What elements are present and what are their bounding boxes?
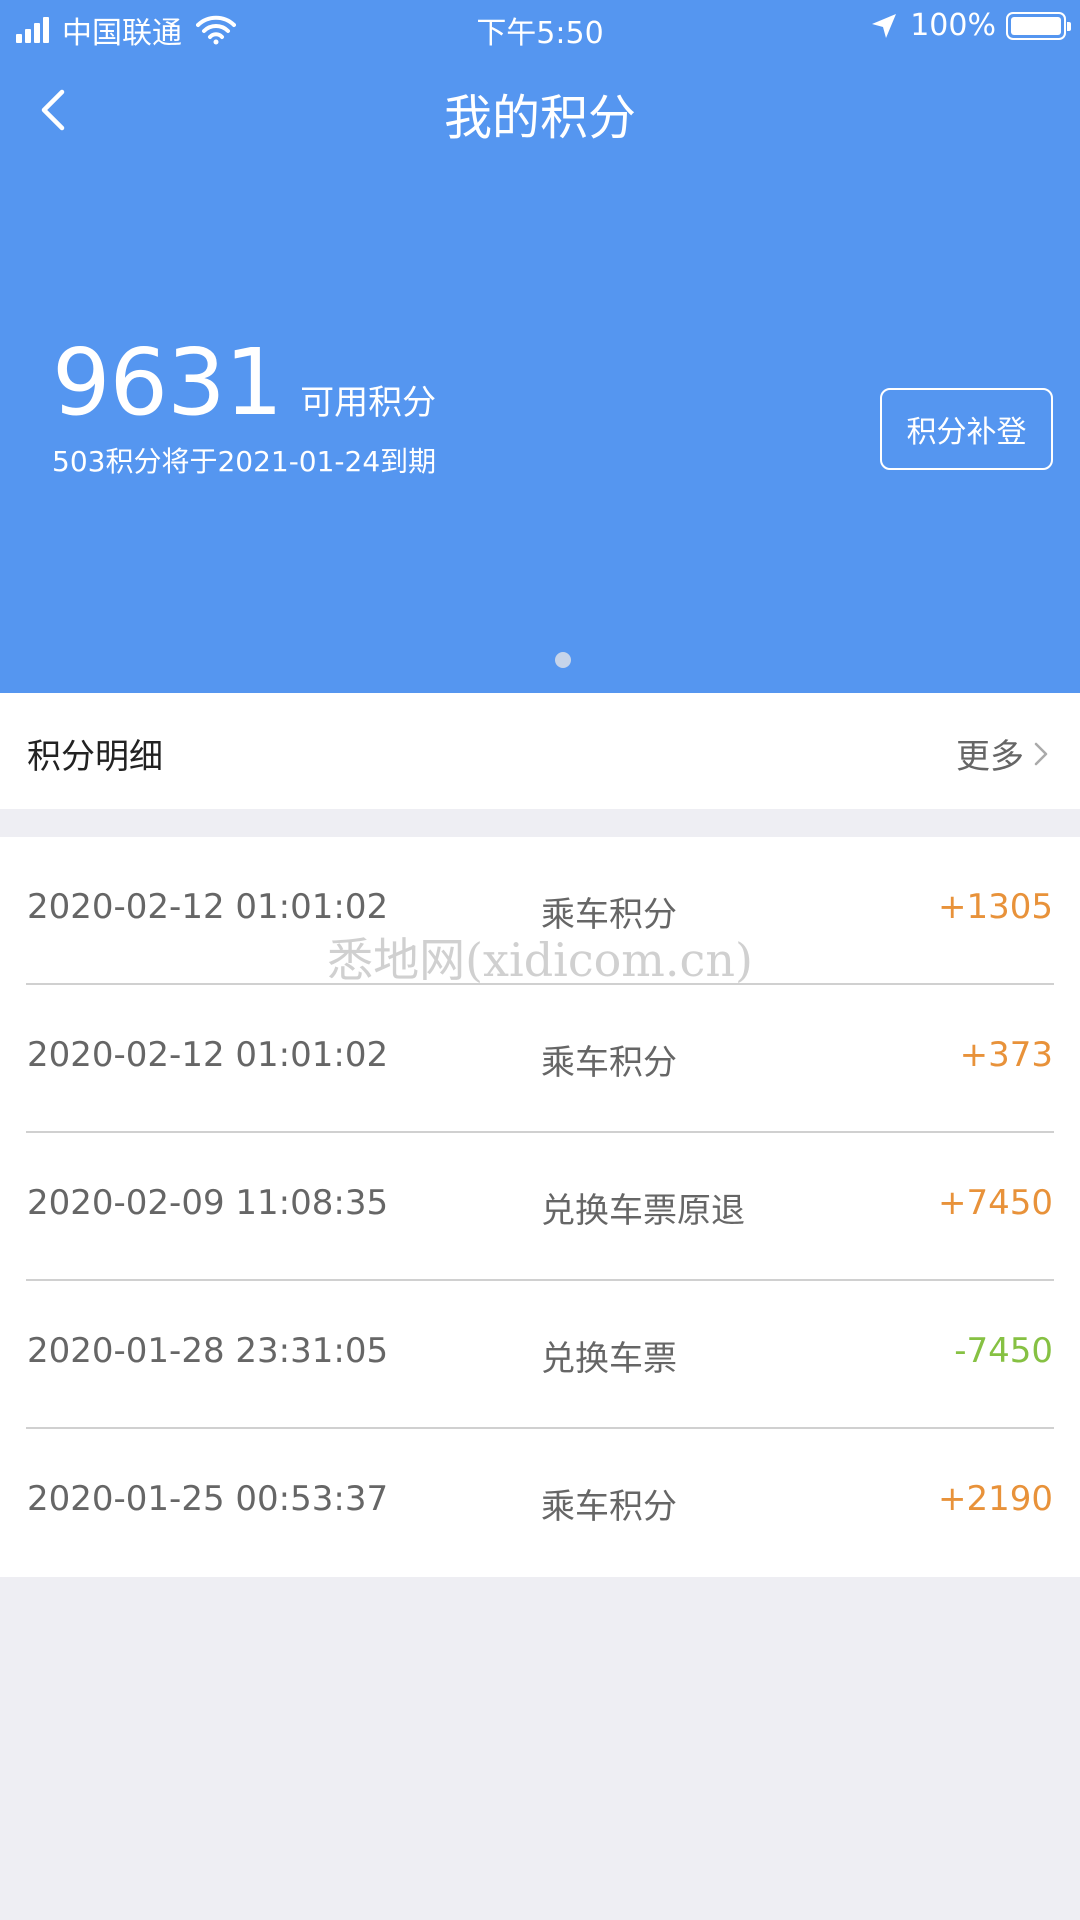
record-row[interactable]: 2020-02-09 11:08:35 兑换车票原退 +7450	[0, 1133, 1080, 1281]
battery-percent: 100%	[910, 8, 996, 43]
record-amount: +373	[959, 1035, 1053, 1075]
points-summary: 9631 可用积分	[52, 333, 436, 433]
points-page: 中国联通 下午5:50 100% 我的积分 9631 可用积分 503积分将于2…	[0, 0, 1080, 1920]
page-title: 我的积分	[443, 90, 636, 146]
record-desc: 兑换车票	[541, 1339, 677, 1379]
record-time: 2020-02-12 01:01:02	[27, 1035, 389, 1075]
available-points-label: 可用积分	[300, 383, 437, 423]
status-bar: 中国联通 下午5:50 100%	[0, 0, 1080, 54]
location-arrow-icon	[872, 13, 897, 38]
page-indicator-dot	[555, 652, 571, 668]
record-time: 2020-01-25 00:53:37	[27, 1479, 389, 1519]
nav-bar: 我的积分	[0, 70, 1080, 150]
expire-note: 503积分将于2021-01-24到期	[52, 445, 437, 478]
record-amount: +7450	[937, 1183, 1053, 1223]
chevron-right-icon	[1034, 742, 1048, 765]
record-amount: -7450	[954, 1331, 1053, 1371]
more-link[interactable]: 更多	[956, 729, 1052, 778]
record-row[interactable]: 2020-02-12 01:01:02 乘车积分 +1305	[0, 837, 1080, 985]
record-desc: 乘车积分	[541, 895, 677, 935]
points-supplement-button[interactable]: 积分补登	[880, 388, 1053, 470]
points-detail-header: 积分明细 更多	[0, 693, 1080, 809]
record-desc: 乘车积分	[541, 1043, 677, 1083]
record-row[interactable]: 2020-01-28 23:31:05 兑换车票 -7450	[0, 1281, 1080, 1429]
record-desc: 兑换车票原退	[541, 1191, 745, 1231]
battery-icon	[1006, 11, 1071, 40]
points-detail-title: 积分明细	[27, 737, 163, 777]
record-amount: +1305	[937, 887, 1053, 927]
status-right: 100%	[870, 8, 1071, 43]
record-row[interactable]: 2020-01-25 00:53:37 乘车积分 +2190	[0, 1429, 1080, 1577]
available-points: 9631	[52, 329, 283, 436]
record-time: 2020-02-09 11:08:35	[27, 1183, 389, 1223]
record-time: 2020-01-28 23:31:05	[27, 1331, 389, 1371]
points-header: 中国联通 下午5:50 100% 我的积分 9631 可用积分 503积分将于2…	[0, 0, 1080, 693]
record-row[interactable]: 2020-02-12 01:01:02 乘车积分 +373	[0, 985, 1080, 1133]
record-amount: +2190	[937, 1479, 1053, 1519]
points-record-list: 2020-02-12 01:01:02 乘车积分 +1305 2020-02-1…	[0, 837, 1080, 1577]
record-time: 2020-02-12 01:01:02	[27, 887, 389, 927]
record-desc: 乘车积分	[541, 1487, 677, 1527]
more-label: 更多	[956, 737, 1024, 777]
